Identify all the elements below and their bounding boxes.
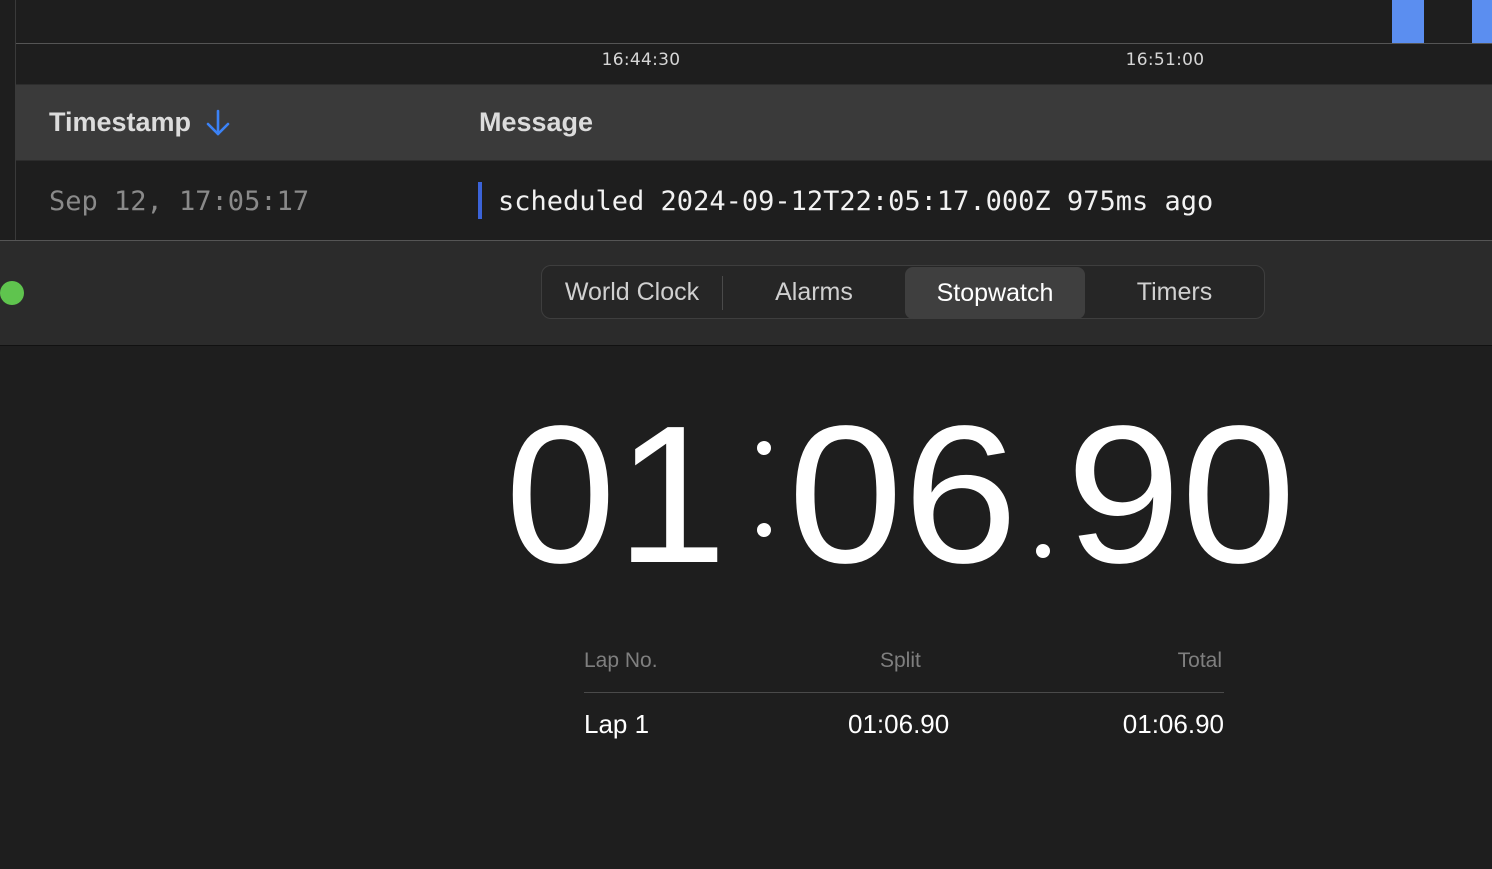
clock-window: World Clock Alarms Stopwatch Timers 01 0… <box>0 240 1492 869</box>
stopwatch-minutes: 01 <box>505 391 727 581</box>
arrow-down-icon[interactable] <box>205 108 231 138</box>
stopwatch-display: 01 06 90 <box>0 391 1492 581</box>
lap-split: 01:06.90 <box>848 709 950 739</box>
stopwatch-hundredths: 90 <box>1066 391 1296 581</box>
timestamp-column-header[interactable]: Timestamp <box>49 107 231 138</box>
time-axis: 16:44:30 16:51:00 <box>16 44 1492 85</box>
tab-segmented-control: World Clock Alarms Stopwatch Timers <box>541 265 1265 319</box>
stopwatch-time: 01 06 90 <box>505 391 1296 581</box>
log-level-indicator <box>478 182 482 219</box>
total-header: Total <box>1177 649 1222 672</box>
axis-tick-label: 16:51:00 <box>1125 50 1205 70</box>
tab-stopwatch[interactable]: Stopwatch <box>905 267 1085 319</box>
lap-row: Lap 1 01:06.90 01:06.90 <box>584 693 1224 753</box>
log-histogram[interactable] <box>16 0 1492 44</box>
decimal-point <box>1036 544 1050 558</box>
laps-header: Lap No. Split Total <box>584 647 1224 693</box>
split-header: Split <box>880 649 921 672</box>
row-timestamp: Sep 12, 17:05:17 <box>49 186 310 217</box>
colon-dot-bottom <box>757 523 771 537</box>
stopwatch-seconds: 06 <box>788 391 1018 581</box>
lap-total: 01:06.90 <box>1122 709 1224 739</box>
table-header: Timestamp Message <box>16 85 1492 161</box>
tab-world-clock[interactable]: World Clock <box>542 266 722 318</box>
tab-alarms[interactable]: Alarms <box>723 266 905 318</box>
row-message: scheduled 2024-09-12T22:05:17.000Z 975ms… <box>498 186 1214 217</box>
colon-dot-top <box>757 441 771 455</box>
lap-number: Lap 1 <box>584 709 650 739</box>
toolbar: World Clock Alarms Stopwatch Timers <box>0 241 1492 346</box>
window-zoom-button[interactable] <box>0 281 24 305</box>
histogram-bar[interactable] <box>1472 0 1492 43</box>
message-header-label: Message <box>479 107 594 137</box>
log-viewer-window: 16:44:30 16:51:00 Timestamp Message Sep … <box>0 0 1492 241</box>
axis-tick-label: 16:44:30 <box>601 50 681 70</box>
timestamp-header-label: Timestamp <box>49 107 192 137</box>
histogram-bar[interactable] <box>1392 0 1424 43</box>
message-column-header[interactable]: Message <box>479 107 593 138</box>
lap-number-header: Lap No. <box>584 649 658 672</box>
laps-table: Lap No. Split Total Lap 1 01:06.90 01:06… <box>584 647 1224 753</box>
tab-timers[interactable]: Timers <box>1085 266 1264 318</box>
table-row[interactable]: Sep 12, 17:05:17 scheduled 2024-09-12T22… <box>16 162 1492 241</box>
